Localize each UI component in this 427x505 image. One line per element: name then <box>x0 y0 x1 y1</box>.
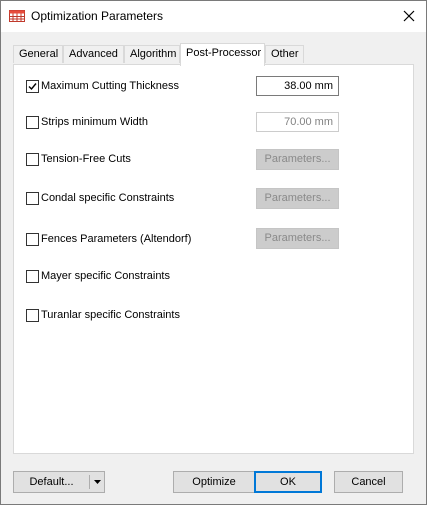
window-title: Optimization Parameters <box>31 9 164 23</box>
condal-parameters-button[interactable]: Parameters... <box>256 188 339 209</box>
tab-advanced[interactable]: Advanced <box>63 45 124 63</box>
tab-other[interactable]: Other <box>265 45 304 63</box>
strips-min-width-checkbox[interactable] <box>26 115 39 129</box>
dialog-window: Optimization Parameters General Advanced… <box>0 0 427 505</box>
tab-algorithm[interactable]: Algorithm <box>124 45 180 63</box>
caret-down-icon <box>93 480 101 484</box>
fences-parameters-label: Fences Parameters (Altendorf) <box>41 233 192 245</box>
default-dropdown-button[interactable] <box>90 472 104 492</box>
tension-free-cuts-label: Tension-Free Cuts <box>41 153 131 165</box>
option-strips-min-width: Strips minimum Width <box>26 114 148 130</box>
condal-constraints-label: Condal specific Constraints <box>41 192 175 204</box>
turanlar-constraints-checkbox[interactable] <box>26 308 39 322</box>
condal-constraints-checkbox[interactable] <box>26 191 39 205</box>
max-cutting-thickness-input[interactable]: 38.00 mm <box>256 76 339 96</box>
default-button[interactable]: Default... <box>14 472 89 492</box>
option-tension-free-cuts: Tension-Free Cuts <box>26 151 131 167</box>
ok-button[interactable]: OK <box>254 471 322 493</box>
option-max-cutting-thickness: Maximum Cutting Thickness <box>26 78 179 94</box>
option-fences-parameters: Fences Parameters (Altendorf) <box>26 231 191 247</box>
max-cutting-thickness-label: Maximum Cutting Thickness <box>41 80 179 92</box>
max-cutting-thickness-checkbox[interactable] <box>26 79 39 93</box>
tab-post-processor[interactable]: Post-Processor <box>180 43 265 66</box>
checkmark-icon <box>28 82 37 90</box>
tension-free-cuts-checkbox[interactable] <box>26 152 39 166</box>
cancel-button[interactable]: Cancel <box>334 471 403 493</box>
tension-free-cuts-parameters-button[interactable]: Parameters... <box>256 149 339 170</box>
option-condal-constraints: Condal specific Constraints <box>26 190 174 206</box>
tab-general[interactable]: General <box>13 45 63 63</box>
grid-table-icon <box>9 10 25 22</box>
strips-min-width-label: Strips minimum Width <box>41 116 148 128</box>
fences-parameters-button[interactable]: Parameters... <box>256 228 339 249</box>
close-icon <box>403 10 415 22</box>
option-turanlar-constraints: Turanlar specific Constraints <box>26 307 180 323</box>
close-button[interactable] <box>392 1 426 31</box>
mayer-constraints-label: Mayer specific Constraints <box>41 270 170 282</box>
turanlar-constraints-label: Turanlar specific Constraints <box>41 309 180 321</box>
post-processor-panel: Maximum Cutting Thickness 38.00 mm Strip… <box>13 64 414 454</box>
option-mayer-constraints: Mayer specific Constraints <box>26 268 170 284</box>
fences-parameters-checkbox[interactable] <box>26 232 39 246</box>
title-bar[interactable]: Optimization Parameters <box>1 1 426 32</box>
mayer-constraints-checkbox[interactable] <box>26 269 39 283</box>
optimize-button[interactable]: Optimize <box>173 471 255 493</box>
default-split-button: Default... <box>13 471 105 493</box>
strips-min-width-input[interactable]: 70.00 mm <box>256 112 339 132</box>
